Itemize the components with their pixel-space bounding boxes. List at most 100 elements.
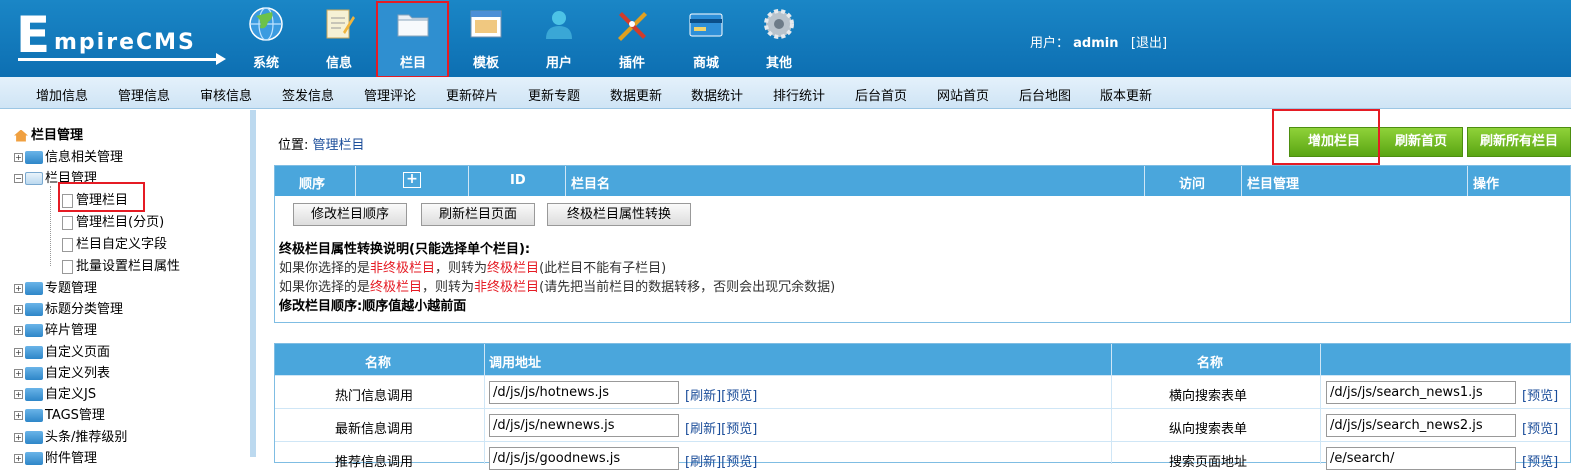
submenu-item[interactable]: 增加信息 [36,85,88,104]
sidebar-item-batch-attributes[interactable]: 批量设置栏目属性 [62,255,180,275]
logout-link[interactable]: [退出] [1131,36,1167,51]
sidebar-item-tags[interactable]: + TAGS管理 [14,404,105,424]
sidebar-item-fragment[interactable]: + 碎片管理 [14,319,97,339]
sidebar-item-custom-js[interactable]: + 自定义JS [14,383,96,403]
sidebar-item-label: 栏目自定义字段 [76,237,168,252]
submenu-item[interactable]: 网站首页 [937,85,989,104]
edit-order-button[interactable]: 修改栏目顺序 [293,203,407,226]
sidebar-item-manage-column[interactable]: 管理栏目 [62,189,128,209]
refresh-all-button[interactable]: 刷新所有栏目 [1467,127,1571,157]
window-template-icon [470,10,502,38]
nav-info[interactable]: 信息 [303,0,375,77]
breadcrumb-link[interactable]: 管理栏目 [313,138,365,153]
sidebar-item-manage-column-paged[interactable]: 管理栏目(分页) [62,211,164,231]
submenu-item[interactable]: 后台首页 [855,85,907,104]
expand-icon[interactable]: + [14,369,23,378]
breadcrumb: 位置: 管理栏目 [278,134,365,153]
js-path-field[interactable]: /d/js/js/newnews.js [489,414,679,437]
submenu-item[interactable]: 版本更新 [1100,85,1152,104]
header-column-manage: 栏目管理 [1247,177,1300,192]
submenu-item[interactable]: 签发信息 [282,85,334,104]
header-name-2: 名称 [1197,356,1224,371]
nav-template[interactable]: 模板 [450,0,522,77]
nav-info-label: 信息 [325,56,352,71]
submenu-item[interactable]: 数据更新 [610,85,662,104]
header-name: 名称 [365,356,392,371]
nav-user[interactable]: 用户 [523,0,595,77]
refresh-home-button[interactable]: 刷新首页 [1379,127,1463,157]
sidebar-item-custom-list[interactable]: + 自定义列表 [14,362,110,382]
collapse-icon[interactable]: − [14,174,23,183]
sidebar-item-info-manage[interactable]: + 信息相关管理 [14,146,123,166]
submenu-item[interactable]: 排行统计 [773,85,825,104]
preview-link[interactable]: [预览] [1522,451,1558,470]
refresh-column-page-button[interactable]: 刷新栏目页面 [421,203,535,226]
tools-icon [618,12,647,41]
submenu-item[interactable]: 后台地图 [1019,85,1071,104]
preview-link[interactable]: [预览] [1522,418,1558,437]
sidebar-item-topic[interactable]: + 专题管理 [14,277,97,297]
header-operation: 操作 [1473,177,1500,192]
sidebar-item-label: 批量设置栏目属性 [76,259,181,274]
nav-plugin-label: 插件 [618,56,645,71]
js-path-field[interactable]: /d/js/js/hotnews.js [489,381,679,404]
top-header: E mpireCMS 系统 信息 栏目 模板 用户 插件 商城 其他 用户： a… [0,0,1571,78]
preview-link[interactable]: [预览] [1522,385,1558,404]
sidebar-item-label: 自定义列表 [45,366,111,381]
folder-icon [25,324,43,337]
expand-icon[interactable]: + [14,433,23,442]
expand-icon[interactable]: + [14,153,23,162]
open-folder-icon [25,172,43,185]
table-row: 最新信息调用 /d/js/js/newnews.js [刷新][预览] 纵向搜索… [275,408,1570,441]
expand-all-icon[interactable]: + [403,172,421,188]
card-icon [689,13,723,37]
expand-icon[interactable]: + [14,305,23,314]
nav-plugin[interactable]: 插件 [596,0,668,77]
empirecms-logo: E mpireCMS [14,10,226,66]
header-id: ID [510,173,526,188]
row-name-2: 搜索页面地址 [1169,455,1248,470]
refresh-preview-links[interactable]: [刷新][预览] [685,418,757,437]
expand-icon[interactable]: + [14,326,23,335]
sidebar-item-headline-level[interactable]: + 头条/推荐级别 [14,426,127,446]
table-row: 推荐信息调用 /d/js/js/goodnews.js [刷新][预览] 搜索页… [275,441,1570,474]
document-icon [62,259,73,274]
sidebar-item-attachment[interactable]: + 附件管理 [14,447,97,467]
refresh-preview-links[interactable]: [刷新][预览] [685,451,757,470]
submenu-item[interactable]: 管理评论 [364,85,416,104]
expand-icon[interactable]: + [14,454,23,463]
sidebar-item-column-manage[interactable]: − 栏目管理 [14,167,97,187]
submenu-item[interactable]: 更新碎片 [446,85,498,104]
convert-terminal-button[interactable]: 终极栏目属性转换 [547,203,691,226]
sidebar-item-custom-fields[interactable]: 栏目自定义字段 [62,233,167,253]
nav-shop[interactable]: 商城 [670,0,742,77]
js-path-field-2[interactable]: /d/js/js/search_news2.js [1326,414,1516,437]
nav-system[interactable]: 系统 [230,0,302,77]
nav-column[interactable]: 栏目 [377,0,449,77]
nav-user-label: 用户 [545,56,572,71]
expand-icon[interactable]: + [14,348,23,357]
notes-title: 终极栏目属性转换说明(只能选择单个栏目): [279,242,531,257]
notes-line-3: 修改栏目顺序:顺序值越小越前面 [279,299,467,314]
nav-other[interactable]: 其他 [743,0,815,77]
row-name: 推荐信息调用 [335,455,414,470]
expand-icon[interactable]: + [14,411,23,420]
sidebar-item-title-category[interactable]: + 标题分类管理 [14,298,123,318]
submenu-item[interactable]: 管理信息 [118,85,170,104]
expand-icon[interactable]: + [14,390,23,399]
sidebar-item-custom-page[interactable]: + 自定义页面 [14,341,110,361]
column-table: 顺序 + ID 栏目名 访问 栏目管理 操作 修改栏目顺序 刷新栏目页面 终极栏… [274,165,1571,323]
sidebar-title: 栏目管理 [14,124,83,143]
js-path-field-2[interactable]: /d/js/js/search_news1.js [1326,381,1516,404]
folder-icon [25,409,43,422]
add-column-button[interactable]: 增加栏目 [1289,127,1379,157]
refresh-preview-links[interactable]: [刷新][预览] [685,385,757,404]
sidebar-item-label: 信息相关管理 [45,150,124,165]
js-path-field-2[interactable]: /e/search/ [1326,447,1516,470]
js-path-field[interactable]: /d/js/js/goodnews.js [489,447,679,470]
expand-icon[interactable]: + [14,284,23,293]
submenu-item[interactable]: 更新专题 [528,85,580,104]
document-icon [62,215,73,230]
submenu-item[interactable]: 数据统计 [691,85,743,104]
submenu-item[interactable]: 审核信息 [200,85,252,104]
